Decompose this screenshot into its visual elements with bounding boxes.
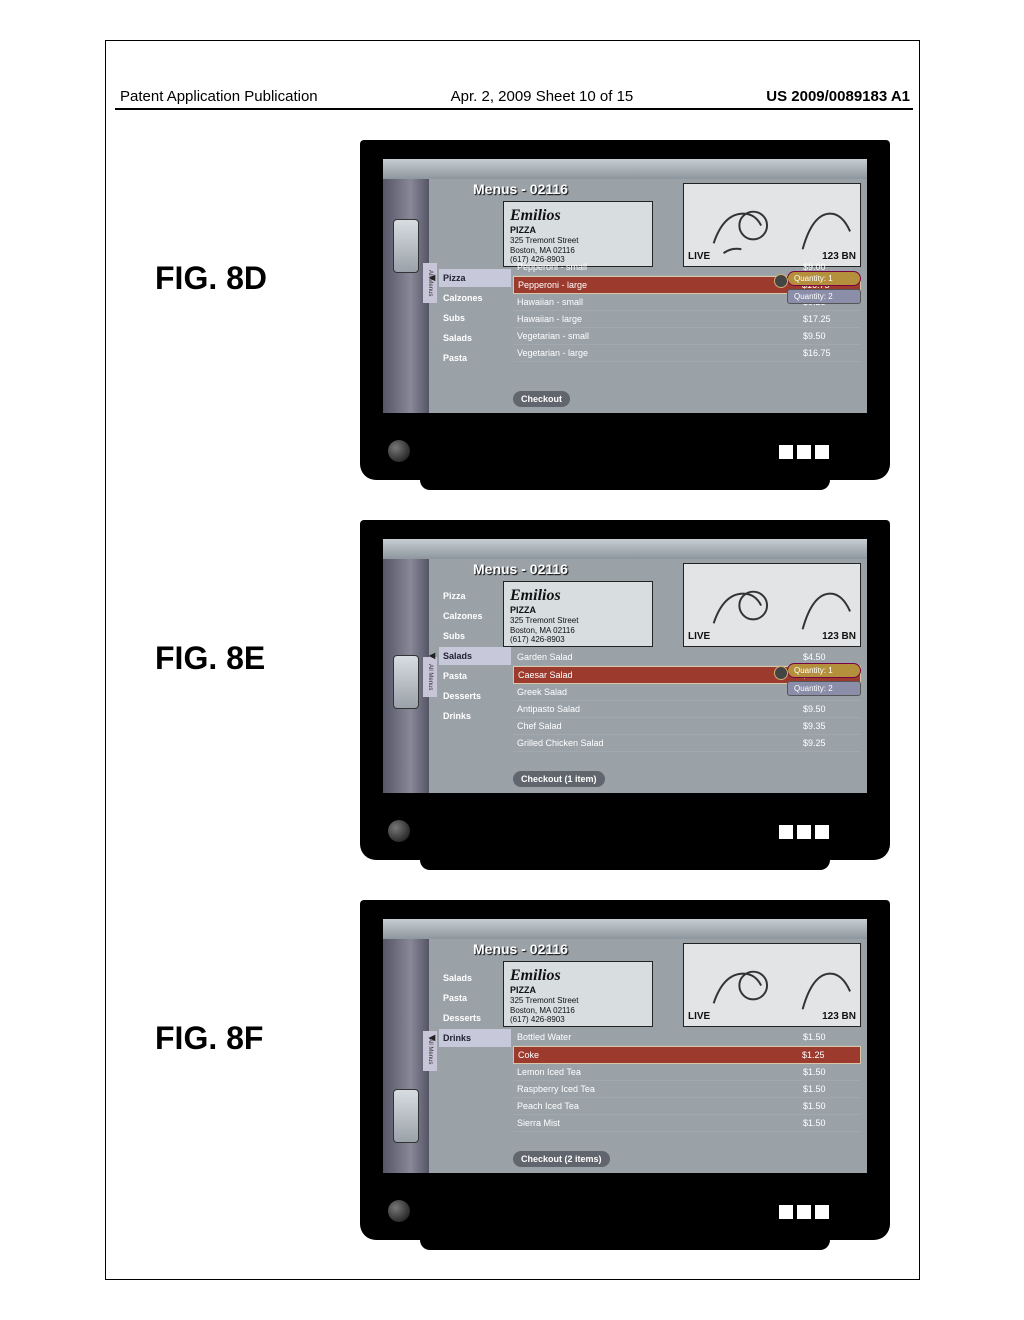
restaurant-phone: (617) 426-8903 [510,1015,646,1025]
category-pasta[interactable]: Pasta [439,667,511,685]
category-subs[interactable]: Subs [439,309,511,327]
quantity-popup: Quantity: 1 Quantity: 2 [787,271,861,304]
header-rule [115,108,913,110]
screen-8e: All Menus Menus - 02116 Emilios PIZZA 32… [382,538,868,794]
tv-speaker [388,1200,410,1222]
item-row[interactable]: Bottled Water$1.50 [513,1029,861,1046]
category-salads[interactable]: Salads [439,329,511,347]
item-row[interactable]: Coke$1.25 [513,1046,861,1064]
category-salads[interactable]: Salads [439,647,511,665]
checkout-button[interactable]: Checkout [513,391,570,407]
tv-fig-8f: All Menus Menus - 02116 Emilios PIZZA 32… [360,900,890,1240]
category-desserts[interactable]: Desserts [439,687,511,705]
restaurant-brand: Emilios [510,586,646,605]
window-topbar [383,919,867,939]
channel-badge: 123 BN [822,1011,856,1022]
restaurant-brand: Emilios [510,966,646,985]
category-pasta[interactable]: Pasta [439,349,511,367]
item-row[interactable]: Hawaiian - large$17.25 [513,311,861,328]
header-middle: Apr. 2, 2009 Sheet 10 of 15 [451,88,634,105]
category-drinks[interactable]: Drinks [439,707,511,725]
menus-title: Menus - 02116 [473,941,568,957]
header-left: Patent Application Publication [120,88,318,105]
restaurant-brand: Emilios [510,206,646,225]
tv-buttons [778,1204,830,1220]
quantity-popup: Quantity: 1 Quantity: 2 [787,663,861,696]
restaurant-sub: PIZZA [510,225,646,236]
menus-title: Menus - 02116 [473,181,568,197]
restaurant-card: Emilios PIZZA 325 Tremont Street Boston,… [503,961,653,1027]
live-video: LIVE 123 BN [683,563,861,647]
category-calzones[interactable]: Calzones [439,607,511,625]
category-list-8f: Salads Pasta Desserts Drinks [439,969,511,1049]
restaurant-sub: PIZZA [510,605,646,616]
header-pubno: US 2009/0089183 A1 [766,88,910,105]
category-subs[interactable]: Subs [439,627,511,645]
quantity-2-button[interactable]: Quantity: 2 [787,289,861,304]
window-topbar [383,539,867,559]
tv-fig-8e: All Menus Menus - 02116 Emilios PIZZA 32… [360,520,890,860]
item-row[interactable]: Vegetarian - small$9.50 [513,328,861,345]
item-row[interactable]: Grilled Chicken Salad$9.25 [513,735,861,752]
restaurant-card: Emilios PIZZA 325 Tremont Street Boston,… [503,581,653,647]
category-list-8e: Pizza Calzones Subs Salads Pasta Dessert… [439,587,511,727]
item-row[interactable]: Sierra Mist$1.50 [513,1115,861,1132]
menus-title: Menus - 02116 [473,561,568,577]
item-row[interactable]: Chef Salad$9.35 [513,718,861,735]
tv-fig-8d: All Menus Menus - 02116 Emilios PIZZA 32… [360,140,890,480]
window-topbar [383,159,867,179]
live-badge: LIVE [688,631,710,642]
item-row[interactable]: Raspberry Iced Tea$1.50 [513,1081,861,1098]
restaurant-sub: PIZZA [510,985,646,996]
channel-badge: 123 BN [822,631,856,642]
restaurant-addr2: Boston, MA 02116 [510,246,646,256]
category-pasta[interactable]: Pasta [439,989,511,1007]
restaurant-addr1: 325 Tremont Street [510,996,646,1006]
tv-speaker [388,440,410,462]
category-pizza[interactable]: Pizza [439,269,511,287]
quantity-2-button[interactable]: Quantity: 2 [787,681,861,696]
category-list-8d: Pizza Calzones Subs Salads Pasta [439,269,511,369]
category-pizza[interactable]: Pizza [439,587,511,605]
restaurant-addr1: 325 Tremont Street [510,616,646,626]
restaurant-addr2: Boston, MA 02116 [510,1006,646,1016]
item-list-8f: Bottled Water$1.50 Coke$1.25 Lemon Iced … [513,1029,861,1132]
scroll-slider[interactable] [393,219,419,273]
checkout-button[interactable]: Checkout (2 items) [513,1151,610,1167]
quantity-1-button[interactable]: Quantity: 1 [787,271,861,286]
live-video: LIVE 123 BN [683,183,861,267]
scroll-slider[interactable] [393,1089,419,1143]
tv-buttons [778,824,830,840]
screen-8d: All Menus Menus - 02116 Emilios PIZZA 32… [382,158,868,414]
quantity-1-button[interactable]: Quantity: 1 [787,663,861,678]
live-video: LIVE 123 BN [683,943,861,1027]
fig-8f-label: FIG. 8F [155,1020,263,1057]
item-row[interactable]: Vegetarian - large$16.75 [513,345,861,362]
fig-8e-label: FIG. 8E [155,640,265,677]
category-salads[interactable]: Salads [439,969,511,987]
item-row[interactable]: Lemon Iced Tea$1.50 [513,1064,861,1081]
screen-8f: All Menus Menus - 02116 Emilios PIZZA 32… [382,918,868,1174]
restaurant-addr2: Boston, MA 02116 [510,626,646,636]
restaurant-addr1: 325 Tremont Street [510,236,646,246]
category-drinks[interactable]: Drinks [439,1029,511,1047]
scroll-slider[interactable] [393,655,419,709]
page-header: Patent Application Publication Apr. 2, 2… [120,88,910,105]
tv-speaker [388,820,410,842]
item-row[interactable]: Antipasto Salad$9.50 [513,701,861,718]
category-desserts[interactable]: Desserts [439,1009,511,1027]
category-calzones[interactable]: Calzones [439,289,511,307]
all-menus-tab[interactable]: All Menus [423,263,437,303]
all-menus-tab[interactable]: All Menus [423,657,437,697]
live-badge: LIVE [688,1011,710,1022]
fig-8d-label: FIG. 8D [155,260,267,297]
item-row[interactable]: Peach Iced Tea$1.50 [513,1098,861,1115]
checkout-button[interactable]: Checkout (1 item) [513,771,605,787]
tv-buttons [778,444,830,460]
restaurant-phone: (617) 426-8903 [510,635,646,645]
restaurant-card: Emilios PIZZA 325 Tremont Street Boston,… [503,201,653,267]
